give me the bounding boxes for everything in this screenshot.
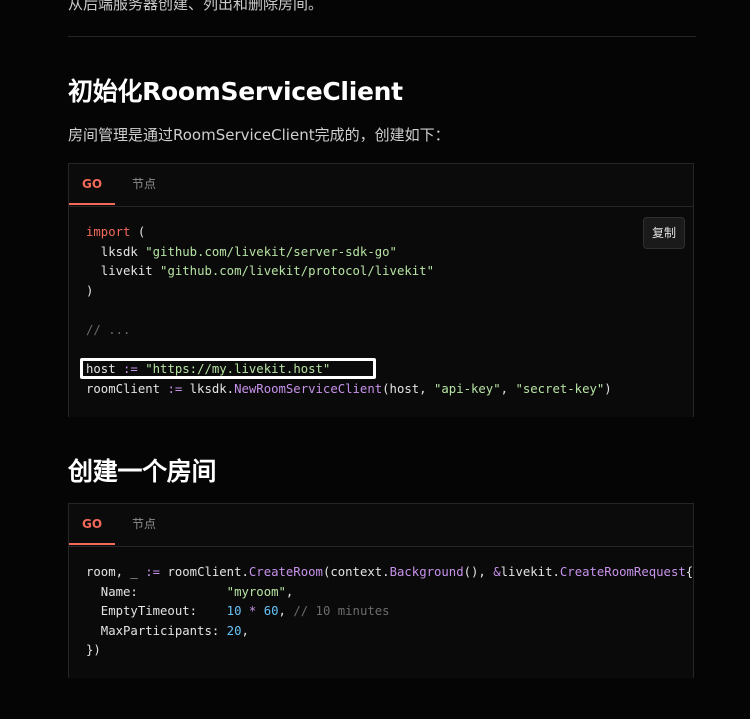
code-token: 10 (226, 604, 242, 619)
code-token: roomClient. (160, 565, 249, 579)
code-token: "secret-key" (515, 381, 605, 396)
code-token: "github.com/livekit/protocol/livekit" (160, 264, 434, 279)
code-token: 60 (263, 604, 279, 619)
code-token: { (685, 565, 694, 579)
code-tabs: GO 节点 (69, 164, 693, 207)
code-token: (), (463, 565, 494, 579)
code-token: MaxParticipants: (86, 623, 227, 638)
code-token: & (493, 565, 501, 579)
code-token: lksdk. (182, 381, 235, 396)
code-block-init-client: GO 节点 复制 import ( lksdk "github.com/live… (68, 163, 694, 417)
tab-go[interactable]: GO (69, 164, 115, 205)
code-token: import (86, 225, 131, 239)
code-token: room, _ (86, 565, 146, 579)
code-token: Name: (86, 584, 227, 599)
code-token: livekit. (500, 565, 560, 579)
section-divider (68, 36, 696, 37)
section-title-init-client: 初始化RoomServiceClient (68, 77, 403, 106)
intro-text: 从后端服务器创建、列出和删除房间。 (68, 0, 324, 13)
code-token: 20 (226, 623, 242, 638)
code-token: , (278, 604, 294, 619)
code-token: CreateRoom (248, 565, 323, 579)
code-token: "myroom" (226, 584, 286, 599)
code-token: , (241, 623, 249, 638)
tab-node[interactable]: 节点 (119, 164, 169, 205)
copy-button[interactable]: 复制 (643, 217, 685, 249)
code-comment: // ... (86, 322, 131, 337)
code-token: EmptyTimeout: (86, 604, 227, 619)
code-token: CreateRoomRequest (559, 565, 686, 579)
code-token: * (241, 604, 264, 619)
code-token: (host, (382, 381, 434, 396)
code-token: (context. (322, 565, 390, 579)
code-token: , (500, 381, 516, 396)
code-token: := (145, 565, 161, 579)
section-title-create-room: 创建一个房间 (68, 457, 217, 486)
code-body: 复制 import ( lksdk "github.com/livekit/se… (69, 207, 693, 417)
code-token: ( (130, 225, 146, 239)
code-tabs: GO 节点 (69, 504, 693, 547)
tab-go[interactable]: GO (69, 504, 115, 545)
code-token: "github.com/livekit/server-sdk-go" (145, 244, 397, 259)
code-token: roomClient (86, 381, 168, 396)
code-token: }) (86, 643, 101, 658)
tab-node[interactable]: 节点 (119, 504, 169, 545)
code-block-create-room: GO 节点 room, _ := roomClient.CreateRoom(c… (68, 503, 694, 678)
code-token: , (285, 584, 294, 599)
section-description: 房间管理是通过RoomServiceClient完成的，创建如下： (68, 126, 450, 144)
code-token: ) (604, 381, 612, 396)
code-token: lksdk (86, 244, 146, 259)
code-token: livekit (86, 264, 161, 279)
code-comment: // 10 minutes (293, 604, 390, 619)
code-body: room, _ := roomClient.CreateRoom(context… (69, 547, 693, 678)
code-token: Background (389, 565, 464, 579)
code-token: "api-key" (433, 381, 501, 396)
highlight-box (80, 358, 376, 379)
code-token: NewRoomServiceClient (234, 381, 383, 396)
code-token: := (167, 381, 183, 396)
code-token: ) (86, 283, 94, 298)
code-content: room, _ := roomClient.CreateRoom(context… (86, 563, 693, 661)
